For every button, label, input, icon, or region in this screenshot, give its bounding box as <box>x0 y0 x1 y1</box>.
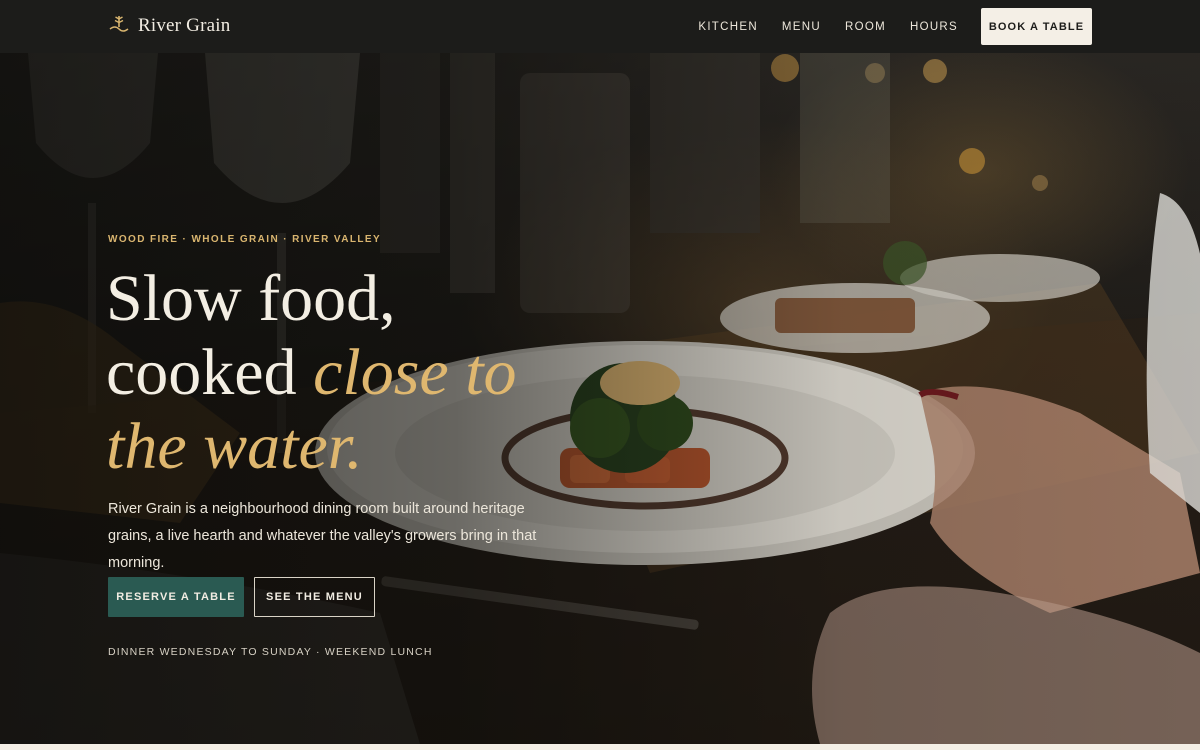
headline-accent-2: the water. <box>106 410 363 483</box>
book-a-table-button[interactable]: BOOK A TABLE <box>981 8 1092 45</box>
primary-nav: KITCHEN MENU ROOM HOURS <box>698 0 958 53</box>
nav-link-menu[interactable]: MENU <box>782 21 821 33</box>
headline-accent-1: close to <box>313 336 517 409</box>
hero-eyebrow: WOOD FIRE · WHOLE GRAIN · RIVER VALLEY <box>108 234 382 245</box>
brand-name: River Grain <box>138 15 231 36</box>
nav-link-kitchen[interactable]: KITCHEN <box>698 21 758 33</box>
see-the-menu-button[interactable]: SEE THE MENU <box>254 577 375 617</box>
headline-line-1: Slow food, <box>106 262 396 335</box>
page-bottom-strip <box>0 744 1200 750</box>
hero-headline: Slow food, cooked close to the water. <box>106 262 666 484</box>
site-header: River Grain KITCHEN MENU ROOM HOURS BOOK… <box>0 0 1200 53</box>
nav-link-room[interactable]: ROOM <box>845 21 886 33</box>
opening-hours-note: DINNER WEDNESDAY TO SUNDAY · WEEKEND LUN… <box>108 646 433 658</box>
wheat-sprig-icon <box>108 14 130 39</box>
headline-line-2: cooked <box>106 336 314 409</box>
reserve-a-table-button[interactable]: RESERVE A TABLE <box>108 577 244 617</box>
brand-logo[interactable]: River Grain <box>108 14 230 38</box>
hero-description: River Grain is a neighbourhood dining ro… <box>108 501 537 571</box>
nav-link-hours[interactable]: HOURS <box>910 21 958 33</box>
